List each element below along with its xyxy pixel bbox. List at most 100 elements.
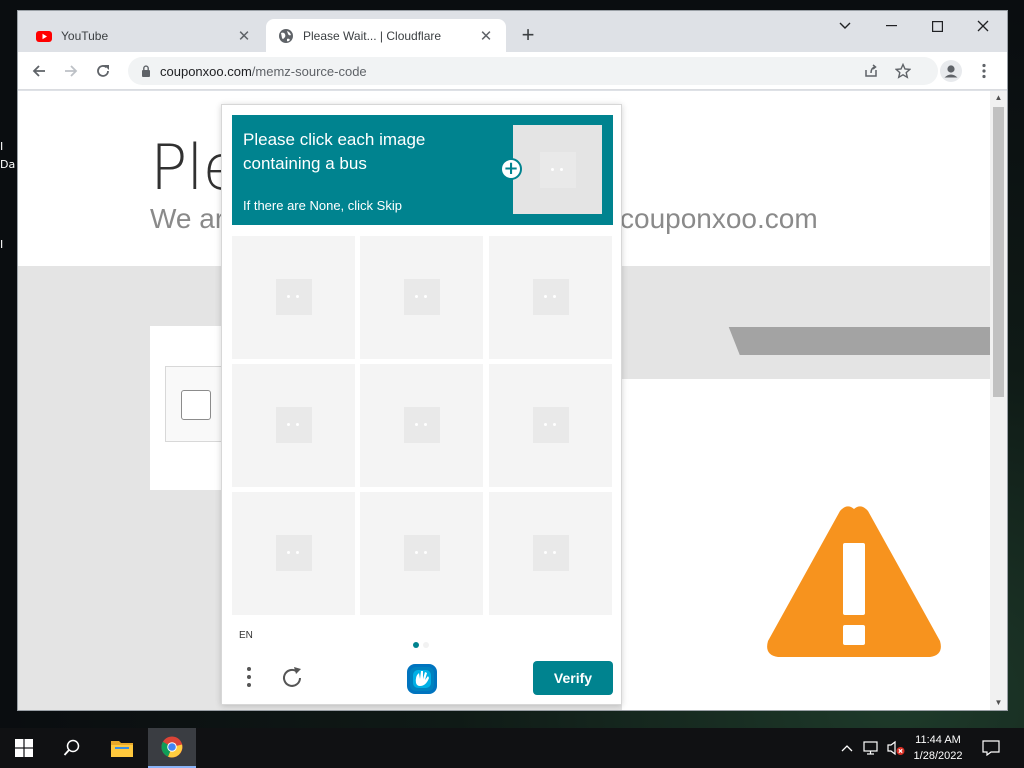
search-button[interactable] [48, 728, 96, 768]
globe-icon [279, 28, 293, 43]
captcha-image-cell[interactable] [360, 236, 483, 359]
language-selector[interactable]: EN [239, 630, 253, 641]
captcha-prompt: Please click each image containing a bus… [232, 115, 613, 225]
image-placeholder-icon [276, 279, 312, 315]
captcha-image-cell[interactable] [232, 236, 355, 359]
minimize-icon [885, 25, 897, 27]
captcha-refresh-button[interactable] [280, 665, 306, 691]
page-dot [423, 642, 429, 648]
close-icon [977, 20, 989, 32]
scrollbar-thumb[interactable] [993, 107, 1004, 397]
close-tab-icon[interactable]: ✕ [478, 27, 494, 45]
maximize-icon [931, 20, 943, 32]
tab-cloudflare[interactable]: Please Wait... | Cloudflare ✕ [266, 19, 506, 52]
page-banner-shadow [622, 355, 990, 379]
address-bar[interactable]: couponxoo.com/memz-source-code [128, 57, 938, 85]
tab-title: Please Wait... | Cloudflare [303, 28, 442, 43]
url-path: /memz-source-code [251, 63, 367, 79]
reload-icon [97, 65, 109, 77]
warning-icon [767, 506, 941, 657]
chrome-button[interactable] [148, 728, 196, 768]
captcha-example-image[interactable] [513, 125, 602, 214]
captcha-skip-hint: If there are None, click Skip [243, 198, 402, 213]
page-dot-active [413, 642, 419, 648]
new-tab-button[interactable]: + [516, 24, 540, 48]
url-text: couponxoo.com/memz-source-code [160, 64, 367, 79]
page-domain: couponxoo.com [620, 203, 818, 234]
captcha-image-cell[interactable] [489, 492, 612, 615]
minimize-button[interactable] [868, 11, 914, 41]
refresh-icon [283, 667, 301, 687]
back-icon [32, 65, 45, 77]
captcha-menu-button[interactable] [239, 665, 259, 691]
tab-youtube[interactable]: YouTube ✕ [24, 19, 264, 52]
file-explorer-icon [111, 741, 133, 757]
image-placeholder-icon [533, 535, 569, 571]
browser-toolbar: couponxoo.com/memz-source-code [18, 52, 1007, 90]
tab-strip: YouTube ✕ Please Wait... | Cloudflare ✕ … [18, 11, 1007, 52]
expand-example-icon[interactable]: + [500, 158, 522, 180]
hcaptcha-logo-icon[interactable] [405, 662, 439, 696]
volume-muted-icon [887, 740, 905, 756]
image-placeholder-icon [404, 279, 440, 315]
profile-icon [940, 60, 962, 82]
captcha-image-cell[interactable] [360, 492, 483, 615]
human-check-widget [165, 366, 225, 442]
captcha-image-cell[interactable] [232, 364, 355, 487]
back-button[interactable] [26, 58, 52, 84]
page-scrollbar[interactable]: ▲ ▼ [990, 91, 1007, 710]
lock-icon[interactable] [132, 65, 160, 77]
url-domain: couponxoo.com [160, 63, 252, 79]
image-placeholder-icon [533, 407, 569, 443]
file-explorer-button[interactable] [98, 728, 146, 768]
notification-icon [982, 740, 1000, 756]
captcha-image-cell[interactable] [360, 364, 483, 487]
captcha-image-cell[interactable] [489, 236, 612, 359]
close-tab-icon[interactable]: ✕ [236, 27, 252, 45]
chevron-down-icon [839, 22, 851, 29]
captcha-image-cell[interactable] [232, 492, 355, 615]
close-window-button[interactable] [960, 11, 1006, 41]
clock-date: 1/28/2022 [913, 750, 963, 762]
browser-menu-button[interactable] [971, 58, 997, 84]
scroll-down-arrow[interactable]: ▼ [990, 696, 1007, 710]
image-placeholder-icon [276, 535, 312, 571]
system-clock[interactable]: 11:44 AM 1/28/2022 [904, 732, 972, 764]
chrome-icon [161, 736, 183, 758]
image-placeholder-icon [404, 407, 440, 443]
image-placeholder-icon [404, 535, 440, 571]
show-hidden-icons-button[interactable] [838, 728, 856, 768]
human-checkbox[interactable] [181, 390, 211, 420]
search-icon [63, 739, 80, 756]
taskbar: 11:44 AM 1/28/2022 [0, 728, 1024, 768]
forward-button[interactable] [58, 58, 84, 84]
network-button[interactable] [860, 728, 882, 768]
tab-search-button[interactable] [822, 11, 868, 41]
forward-icon [65, 65, 78, 77]
start-button[interactable] [0, 728, 48, 768]
page-indicator [413, 635, 433, 653]
scroll-up-arrow[interactable]: ▲ [990, 91, 1007, 105]
maximize-button[interactable] [914, 11, 960, 41]
action-center-button[interactable] [978, 728, 1004, 768]
captcha-image-grid [232, 236, 613, 616]
reload-button[interactable] [90, 58, 116, 84]
youtube-icon [36, 30, 52, 42]
share-button[interactable] [858, 57, 884, 85]
desktop-icon-label[interactable]: I [0, 140, 3, 153]
page-subtitle: We ar [150, 203, 225, 234]
captcha-image-cell[interactable] [489, 364, 612, 487]
verify-button[interactable]: Verify [533, 661, 613, 695]
chevron-up-icon [841, 745, 853, 752]
image-placeholder-icon [540, 152, 576, 188]
bookmark-button[interactable] [890, 57, 916, 85]
image-placeholder-icon [276, 407, 312, 443]
windows-start-icon [15, 739, 33, 757]
captcha-prompt-text: Please click each image containing a bus [243, 130, 426, 173]
desktop-icon-label[interactable]: I [0, 238, 3, 251]
desktop-icon-label[interactable]: Da [0, 158, 15, 171]
profile-button[interactable] [938, 58, 964, 84]
share-icon [865, 64, 877, 77]
captcha-challenge: Please click each image containing a bus… [221, 104, 622, 705]
clock-time: 11:44 AM [915, 734, 961, 746]
